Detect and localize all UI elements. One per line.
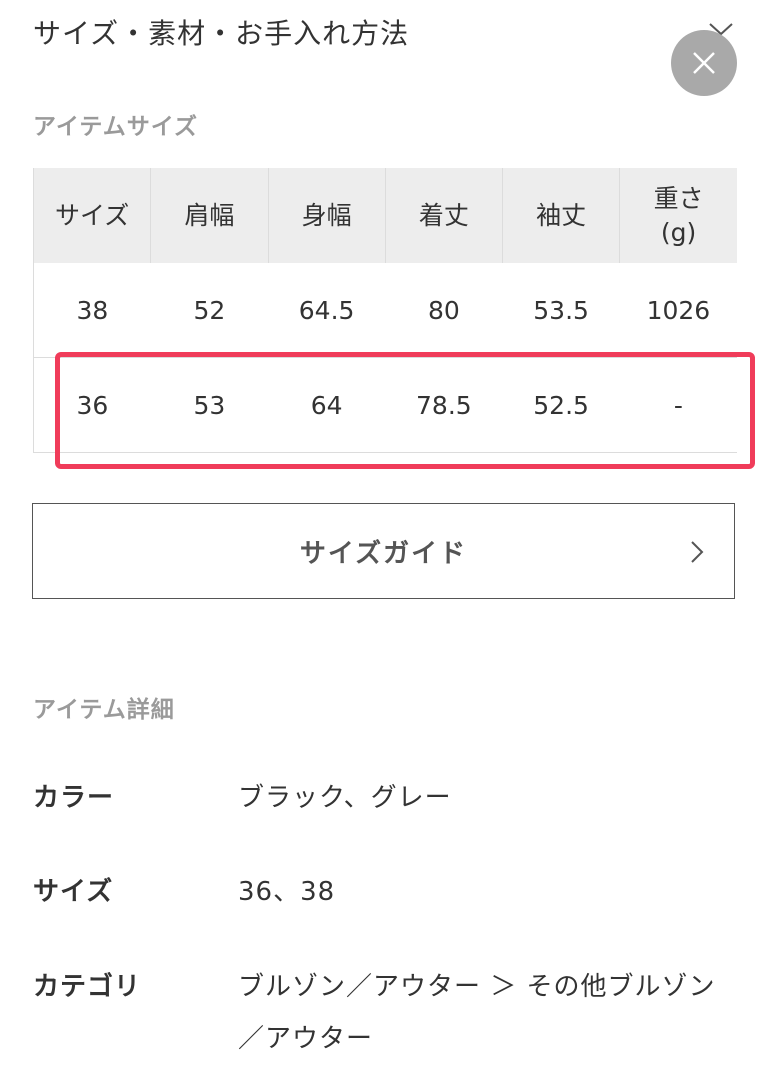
item-detail-heading: アイテム詳細 xyxy=(33,697,175,723)
column-header-size: サイズ xyxy=(32,168,151,263)
cell-sleeve-length: 53.5 xyxy=(502,263,620,358)
size-value: 36、38 xyxy=(238,877,336,907)
size-table-container: サイズ 肩幅 身幅 着丈 袖丈 重さ (g) 38 52 64.5 80 53.… xyxy=(32,168,737,453)
chevron-right-icon xyxy=(691,541,704,563)
cell-weight: - xyxy=(619,357,737,453)
cell-size: 38 xyxy=(32,263,151,358)
cell-shoulder-width: 53 xyxy=(150,357,268,453)
weight-header-line2: (g) xyxy=(660,217,697,247)
cell-length: 78.5 xyxy=(385,357,503,453)
detail-row-size: サイズ 36、38 xyxy=(33,866,737,918)
column-header-weight: 重さ (g) xyxy=(619,168,737,263)
table-row: 38 52 64.5 80 53.5 1026 xyxy=(32,263,737,358)
cell-size: 36 xyxy=(32,357,151,453)
table-row: 36 53 64 78.5 52.5 - xyxy=(32,357,737,453)
column-header-sleeve-length: 袖丈 xyxy=(501,168,620,263)
color-value: ブラック、グレー xyxy=(238,783,452,813)
cell-sleeve-length: 52.5 xyxy=(502,357,620,453)
cell-chest-width: 64 xyxy=(268,357,386,453)
size-label: サイズ xyxy=(33,877,114,907)
category-label: カテゴリ xyxy=(33,972,142,1002)
color-label: カラー xyxy=(33,783,115,813)
item-size-heading: アイテムサイズ xyxy=(33,114,199,140)
detail-row-category: カテゴリ ブルゾン／アウター ＞ その他ブルゾン／アウター xyxy=(33,961,737,1065)
close-button[interactable] xyxy=(671,30,737,96)
close-icon xyxy=(693,52,715,74)
column-header-shoulder-width: 肩幅 xyxy=(150,168,268,263)
cell-weight: 1026 xyxy=(619,263,737,358)
column-header-length: 着丈 xyxy=(384,168,503,263)
detail-row-color: カラー ブラック、グレー xyxy=(33,772,737,824)
section-title[interactable]: サイズ・素材・お手入れ方法 xyxy=(33,12,409,52)
cell-length: 80 xyxy=(385,263,503,358)
cell-chest-width: 64.5 xyxy=(268,263,386,358)
weight-header-line1: 重さ xyxy=(653,183,704,213)
size-table-header-row: サイズ 肩幅 身幅 着丈 袖丈 重さ (g) xyxy=(32,168,737,263)
size-table: サイズ 肩幅 身幅 着丈 袖丈 重さ (g) 38 52 64.5 80 53.… xyxy=(32,168,737,453)
column-header-chest-width: 身幅 xyxy=(267,168,386,263)
size-material-care-panel: サイズ・素材・お手入れ方法 アイテムサイズ サイズ 肩幅 身幅 着丈 袖丈 重さ… xyxy=(0,0,770,1080)
size-guide-button[interactable]: サイズガイド xyxy=(32,503,735,599)
category-value[interactable]: ブルゾン／アウター ＞ その他ブルゾン／アウター xyxy=(238,961,728,1065)
cell-shoulder-width: 52 xyxy=(150,263,268,358)
size-guide-label: サイズガイド xyxy=(299,538,468,569)
